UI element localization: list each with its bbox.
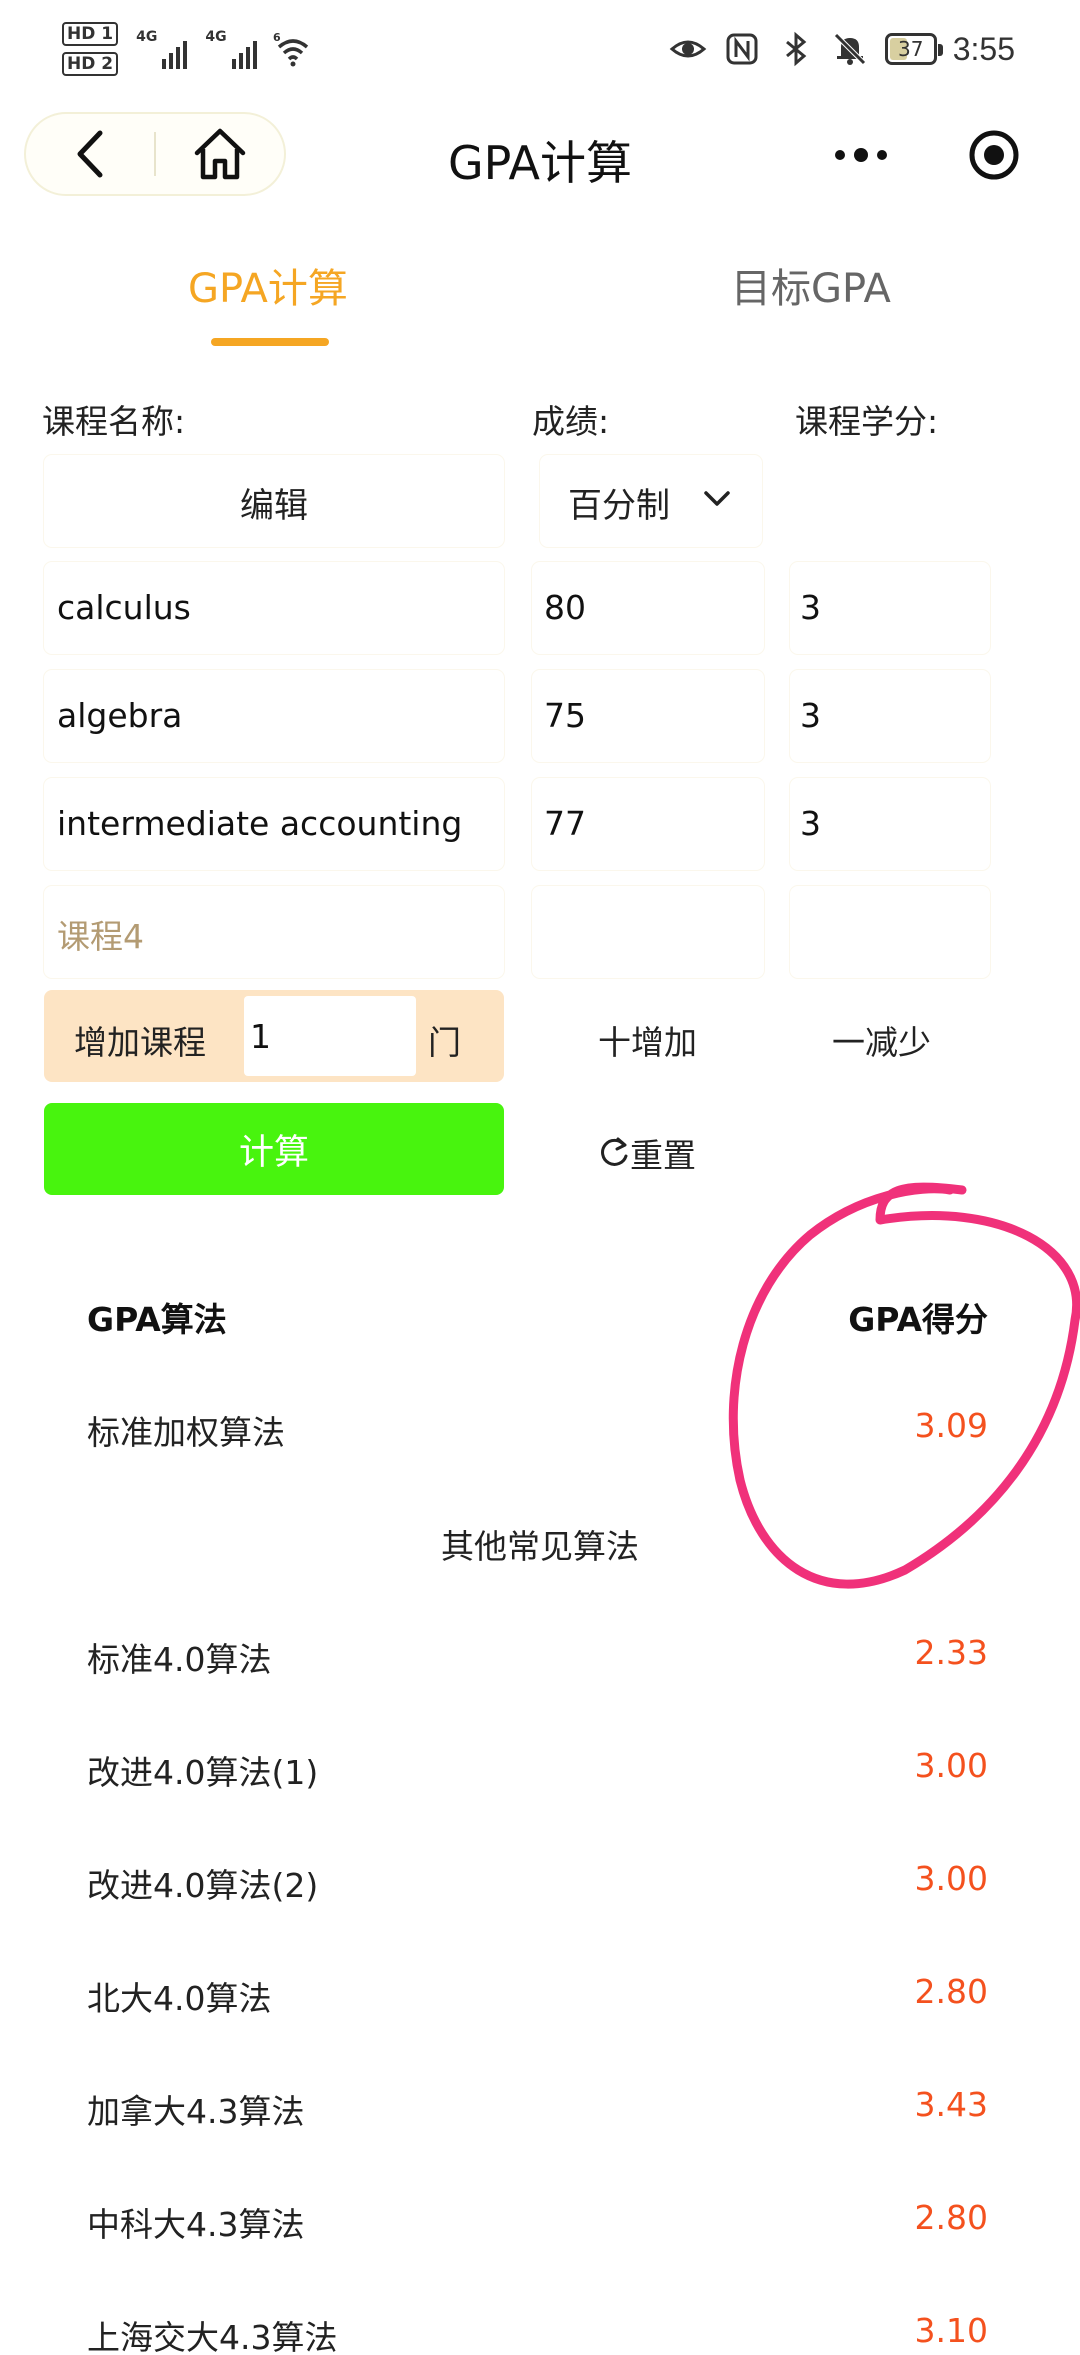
course-name-3: intermediate accounting: [57, 804, 463, 843]
add-course-unit: 门: [428, 1023, 461, 1062]
course-credit-2: 3: [800, 696, 821, 735]
course-name-2: algebra: [57, 696, 183, 735]
page-title: GPA计算: [448, 136, 632, 190]
result-name-other: 改进4.0算法(1): [87, 1753, 319, 1792]
add-course-label: 增加课程: [74, 1023, 206, 1062]
result-name-other: 标准4.0算法: [87, 1640, 272, 1679]
reset-button[interactable]: 重置: [598, 1129, 696, 1177]
result-value-other: 3.00: [914, 1859, 988, 1898]
increase-button[interactable]: 十增加: [598, 1016, 697, 1064]
network-type-2: 4G: [205, 29, 227, 45]
battery-icon: 37: [884, 33, 943, 65]
result-name-other: 上海交大4.3算法: [87, 2318, 338, 2355]
hd-stack: HD 1 HD 2: [62, 22, 119, 76]
decrease-button[interactable]: 一减少: [832, 1016, 931, 1064]
tab-bar: GPA计算 目标GPA: [0, 240, 1080, 350]
battery-level: 37: [897, 37, 924, 61]
result-value-other: 2.80: [914, 2198, 988, 2237]
eye-icon: [669, 40, 706, 58]
course-credit-1: 3: [800, 588, 821, 627]
results-header-algorithm: GPA算法: [87, 1300, 227, 1339]
result-name-other: 改进4.0算法(2): [87, 1866, 319, 1905]
result-value-other: 3.43: [914, 2085, 988, 2124]
bluetooth-icon: [785, 31, 807, 67]
reset-label: 重置: [630, 1136, 696, 1175]
nfc-icon: [726, 33, 758, 65]
course-credit-3: 3: [800, 804, 821, 843]
course-name-placeholder-4: 课程4: [57, 917, 144, 956]
header-score: 成绩:: [532, 402, 610, 441]
target-icon[interactable]: [966, 127, 1022, 183]
hd-tag-1: HD 1: [62, 22, 119, 46]
hd-tag-2: HD 2: [62, 52, 119, 76]
results-header-score: GPA得分: [848, 1300, 988, 1339]
scale-select-value: 百分制: [568, 486, 670, 526]
tab-active-indicator: [211, 338, 329, 346]
edit-label: 编辑: [240, 486, 308, 526]
calculate-button[interactable]: 计算: [44, 1103, 504, 1195]
app-screen: HD 1 HD 2 4G 4G 6 37 3:55 GPA计算 GPA计算 目标…: [0, 0, 1080, 2355]
wifi-badge: 6: [273, 31, 281, 44]
result-name-standard: 标准加权算法: [87, 1413, 285, 1452]
result-value-other: 3.10: [914, 2311, 988, 2350]
add-course-count-input[interactable]: [244, 996, 416, 1076]
course-score-3: 77: [544, 804, 586, 843]
course-credit-field-4[interactable]: [790, 886, 990, 978]
network-type-1: 4G: [136, 29, 158, 45]
result-value-other: 2.80: [914, 1972, 988, 2011]
signal-icon-1: 4G: [136, 29, 188, 69]
status-time: 3:55: [952, 30, 1015, 67]
signal-icon-2: 4G: [205, 29, 257, 69]
result-name-other: 加拿大4.3算法: [87, 2092, 305, 2131]
tab-gpa-calc[interactable]: GPA计算: [188, 256, 348, 314]
tab-target-gpa[interactable]: 目标GPA: [731, 256, 891, 314]
more-button[interactable]: [826, 135, 896, 175]
add-course-group: 增加课程 门: [44, 990, 504, 1082]
result-name-other: 北大4.0算法: [87, 1979, 272, 2018]
status-right: 37 3:55: [669, 30, 1015, 68]
nav-bar: GPA计算: [0, 105, 1080, 205]
result-value-other: 2.33: [914, 1633, 988, 1672]
chevron-down-icon: [704, 491, 730, 506]
result-value-standard: 3.09: [914, 1406, 988, 1445]
course-score-2: 75: [544, 696, 586, 735]
header-course-name: 课程名称:: [42, 402, 186, 441]
mute-bell-icon: [833, 33, 866, 65]
course-name-1: calculus: [57, 588, 191, 627]
result-name-other: 中科大4.3算法: [87, 2205, 305, 2244]
status-left: HD 1 HD 2 4G 4G 6: [62, 22, 313, 76]
result-value-other: 3.00: [914, 1746, 988, 1785]
header-credit: 课程学分:: [795, 402, 939, 441]
status-bar: HD 1 HD 2 4G 4G 6 37 3:55: [0, 0, 1080, 105]
course-score-1: 80: [544, 588, 586, 627]
other-algorithms-title: 其他常见算法: [441, 1527, 639, 1566]
wifi-icon: 6: [273, 31, 308, 67]
refresh-icon: [601, 1137, 628, 1166]
course-score-field-4[interactable]: [532, 886, 764, 978]
